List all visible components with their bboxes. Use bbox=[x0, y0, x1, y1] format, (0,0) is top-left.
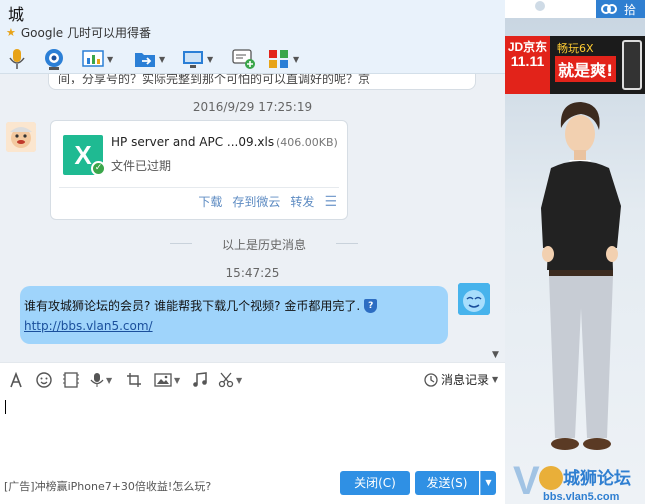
chat-history[interactable]: 间，分享号的？实际完整到那个可怕的可以直调好的呢？京 2016/9/29 17:… bbox=[0, 74, 505, 362]
vip-emoji-button[interactable] bbox=[62, 371, 80, 389]
title-bar: 城 ★ Google 几时可以用得番 bbox=[0, 0, 545, 44]
top-right-tab-label: 拾 bbox=[624, 2, 637, 17]
ad-brand-sub: 11.11 bbox=[510, 53, 545, 69]
whiteboard-icon bbox=[82, 50, 104, 67]
history-label: 消息记录 bbox=[441, 373, 490, 387]
chevron-down-icon[interactable]: ▼ bbox=[159, 55, 165, 64]
show-character-image bbox=[541, 102, 621, 450]
image-button[interactable]: ▼ bbox=[154, 371, 180, 389]
old-message-text: 间，分享号的？实际完整到那个可怕的可以直调好的呢？京 bbox=[58, 74, 371, 84]
smiley-icon bbox=[36, 372, 52, 388]
scissors-frame-icon bbox=[127, 373, 141, 387]
signature-text: Google 几时可以用得番 bbox=[20, 26, 152, 40]
download-link[interactable]: 下载 bbox=[198, 193, 222, 210]
link-icon bbox=[601, 4, 617, 14]
scissors-icon bbox=[218, 372, 234, 388]
send-file-icon bbox=[135, 53, 155, 67]
add-chat-button[interactable] bbox=[232, 46, 256, 72]
ad-slogan: 畅玩6X bbox=[557, 42, 594, 55]
shield-icon[interactable]: ? bbox=[364, 298, 378, 313]
video-call-button[interactable] bbox=[42, 46, 66, 72]
apps-icon bbox=[269, 50, 288, 68]
message-history-button[interactable]: 消息记录 ▼ bbox=[424, 371, 498, 388]
remote-desktop-icon bbox=[183, 51, 203, 68]
avatar[interactable] bbox=[458, 283, 490, 315]
chevron-down-icon[interactable]: ▼ bbox=[107, 55, 113, 64]
text-cursor bbox=[5, 400, 6, 414]
send-file-button[interactable]: ▼ bbox=[134, 46, 165, 72]
cut-button[interactable]: ▼ bbox=[218, 371, 242, 389]
chevron-down-icon[interactable]: ▼ bbox=[207, 55, 213, 64]
ad-link[interactable]: [广告]冲榜赢iPhone7+30倍收益!怎么玩? bbox=[4, 478, 211, 494]
save-to-cloud-link[interactable]: 存到微云 bbox=[232, 193, 280, 210]
music-button[interactable] bbox=[192, 371, 208, 389]
menu-icon[interactable]: ☰ bbox=[324, 194, 337, 210]
top-right-tab[interactable]: 拾 bbox=[596, 0, 645, 18]
star-icon: ★ bbox=[6, 26, 16, 39]
input-toolbar: ▼ ▼ ▼ 消息记录 ▼ bbox=[0, 362, 505, 396]
chevron-down-icon[interactable]: ▼ bbox=[106, 376, 112, 385]
avatar[interactable] bbox=[6, 122, 36, 152]
ad-banner[interactable]: JD京东 11.11 畅玩6X 就是爽! bbox=[505, 36, 645, 94]
music-note-icon bbox=[193, 372, 207, 387]
apps-button[interactable]: ▼ bbox=[268, 46, 299, 72]
divider bbox=[59, 187, 339, 188]
add-chat-icon bbox=[232, 49, 255, 69]
watermark-text: 城狮论坛 bbox=[563, 468, 631, 489]
my-message-bubble bbox=[20, 286, 448, 344]
my-message-text: 谁有攻城狮论坛的会员? 谁能帮我下载几个视频? 金币都用完了. ? bbox=[24, 297, 378, 314]
scroll-down-icon[interactable]: ▼ bbox=[492, 350, 499, 360]
video-camera-icon bbox=[45, 49, 63, 70]
screenshot-button[interactable] bbox=[126, 371, 142, 389]
minimize-icon[interactable] bbox=[534, 0, 546, 12]
chevron-down-icon[interactable]: ▼ bbox=[293, 55, 299, 64]
film-icon bbox=[63, 372, 79, 388]
file-name[interactable]: HP server and APC ...09.xls bbox=[111, 135, 274, 149]
watermark-logo: V 城狮论坛 bbs.vlan5.com bbox=[513, 456, 643, 503]
whiteboard-button[interactable]: ▼ bbox=[82, 46, 113, 72]
forward-link[interactable]: 转发 bbox=[290, 193, 314, 210]
font-button[interactable] bbox=[8, 371, 24, 389]
bottom-bar: [广告]冲榜赢iPhone7+30倍收益!怎么玩? 关闭(C) 发送(S) ▼ bbox=[0, 466, 505, 504]
close-button[interactable]: 关闭(C) bbox=[340, 471, 410, 495]
send-options-chevron-icon[interactable]: ▼ bbox=[480, 471, 496, 495]
watermark-icon: V 城狮论坛 bbs.vlan5.com bbox=[513, 459, 631, 503]
jd-logo: JD京东 11.11 bbox=[505, 36, 550, 94]
microphone-icon bbox=[9, 49, 25, 69]
message-input[interactable] bbox=[0, 396, 505, 466]
file-actions: 下载 存到微云 转发 ☰ bbox=[198, 193, 337, 210]
chat-toolbar: ▼ ▼ ▼ ▼ bbox=[0, 44, 505, 74]
contact-avatar-icon bbox=[6, 122, 36, 152]
my-avatar-icon bbox=[458, 283, 490, 315]
file-size: (406.00KB) bbox=[276, 136, 338, 149]
ad-brand: JD京东 bbox=[507, 40, 548, 54]
timestamp: 2016/9/29 17:25:19 bbox=[192, 100, 313, 114]
message-link[interactable]: http://bbs.vlan5.com/ bbox=[24, 319, 153, 333]
chevron-down-icon[interactable]: ▼ bbox=[174, 376, 180, 385]
voice-message-button[interactable]: ▼ bbox=[90, 371, 112, 389]
svg-text:V: V bbox=[513, 459, 540, 502]
contact-name[interactable]: 城 bbox=[8, 1, 24, 25]
chevron-down-icon[interactable]: ▼ bbox=[236, 376, 242, 385]
contact-signature: ★ Google 几时可以用得番 bbox=[6, 24, 151, 41]
voice-call-button[interactable] bbox=[8, 46, 26, 72]
file-status: 文件已过期 bbox=[111, 159, 172, 173]
chevron-down-icon[interactable]: ▼ bbox=[492, 375, 498, 384]
emoji-button[interactable] bbox=[36, 371, 52, 389]
right-panel: JD京东 11.11 畅玩6X 就是爽! V 城狮论坛 bbs.vlan5.co… bbox=[505, 18, 645, 504]
watermark-url: bbs.vlan5.com bbox=[543, 491, 620, 502]
image-icon bbox=[154, 373, 172, 387]
history-separator: 以上是历史消息 bbox=[170, 236, 358, 253]
font-icon bbox=[10, 372, 22, 388]
clock-icon bbox=[424, 372, 438, 387]
file-message-card[interactable]: X ✓ HP server and APC ...09.xls (406.00K… bbox=[50, 120, 348, 220]
microphone-icon bbox=[90, 373, 104, 387]
remote-desktop-button[interactable]: ▼ bbox=[182, 46, 213, 72]
phone-image bbox=[622, 40, 642, 90]
ad-slogan: 就是爽! bbox=[555, 56, 617, 82]
message-text: 谁有攻城狮论坛的会员? 谁能帮我下载几个视频? 金币都用完了. bbox=[24, 299, 361, 313]
send-button[interactable]: 发送(S) bbox=[415, 471, 479, 495]
timestamp: 15:47:25 bbox=[225, 266, 280, 280]
check-icon: ✓ bbox=[91, 161, 106, 176]
